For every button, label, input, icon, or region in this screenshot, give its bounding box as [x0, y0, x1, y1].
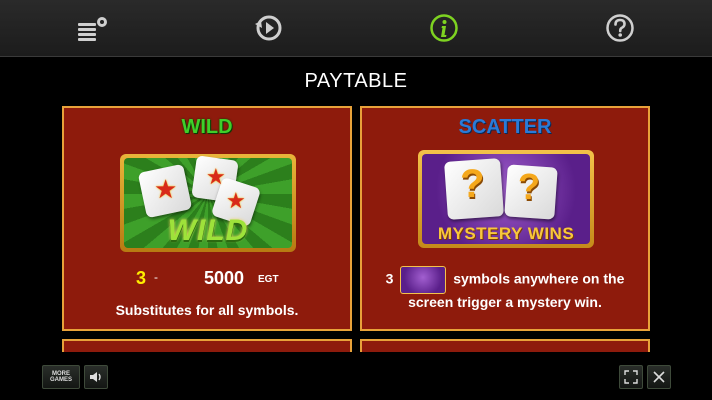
scatter-card: SCATTER ? ? MYSTERY WINS 3 symbols anywh…	[360, 106, 650, 331]
help-button[interactable]	[602, 10, 638, 46]
scatter-description-line2: screen trigger a mystery win.	[408, 294, 602, 310]
pay-value: 5000	[204, 268, 245, 288]
bottom-bar: MORE GAMES	[0, 352, 712, 400]
history-replay-icon	[255, 15, 282, 41]
scatter-description: 3 symbols anywhere on the screen trigger…	[362, 266, 648, 311]
wild-symbol-image: ★ ★ ★ WILD	[120, 154, 296, 252]
info-button[interactable]	[426, 10, 462, 46]
star-icon: ★	[154, 174, 178, 204]
paytable-settings-button[interactable]	[74, 10, 110, 46]
history-replay-button[interactable]	[250, 10, 286, 46]
info-icon	[430, 14, 458, 42]
wild-symbol-text: WILD	[167, 214, 249, 247]
close-button[interactable]	[647, 365, 671, 389]
fullscreen-button[interactable]	[619, 365, 643, 389]
question-mark-icon: ?	[518, 166, 540, 207]
sound-toggle-button[interactable]	[84, 365, 108, 389]
star-icon: ★	[206, 164, 226, 189]
paytable-settings-icon	[78, 17, 107, 41]
wild-card-title: WILD	[181, 116, 233, 138]
fullscreen-icon	[624, 370, 638, 384]
scatter-card-title: SCATTER	[458, 116, 552, 138]
mystery-wins-mini-icon	[400, 266, 447, 294]
page-title: PAYTABLE	[304, 70, 408, 92]
more-games-button[interactable]: MORE GAMES	[42, 365, 80, 389]
pay-currency: EGT	[258, 274, 279, 285]
star-icon: ★	[226, 188, 246, 213]
scatter-count: 3	[385, 270, 394, 287]
close-icon	[653, 371, 665, 383]
scatter-description-line1: symbols anywhere on the	[453, 270, 625, 287]
mystery-wins-symbol-text: MYSTERY WINS	[437, 224, 575, 243]
mystery-wins-symbol-image: ? ? MYSTERY WINS	[418, 150, 594, 248]
more-games-icon: MORE GAMES	[50, 371, 72, 383]
question-mark-icon: ?	[460, 162, 485, 206]
speaker-icon	[90, 372, 101, 382]
top-nav-bar	[0, 0, 712, 57]
more-games-label-line2: GAMES	[49, 377, 72, 383]
pay-count: 3	[136, 268, 147, 288]
wild-card: WILD ★ ★ ★ WILD 3 - 5000 EGT Substitutes…	[62, 106, 352, 331]
wild-description: Substitutes for all symbols.	[115, 302, 299, 318]
help-icon	[606, 14, 634, 42]
wild-pay-row: 3 - 5000 EGT	[64, 268, 350, 292]
pay-dash: -	[154, 270, 158, 284]
